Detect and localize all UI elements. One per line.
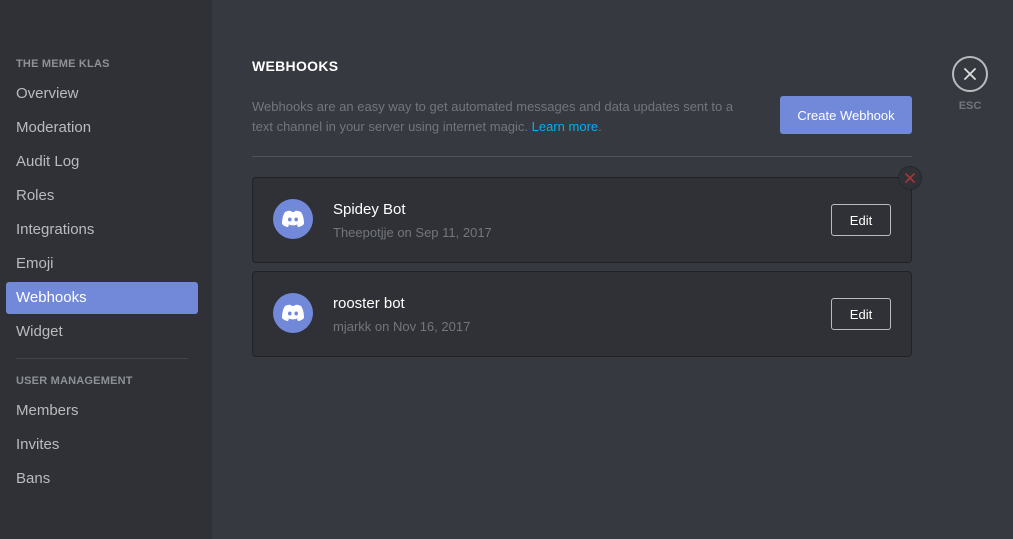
discord-logo-icon <box>282 210 304 227</box>
sidebar-separator <box>16 358 188 359</box>
user-management-header: USER MANAGEMENT <box>16 375 133 387</box>
sidebar-item-bans[interactable]: Bans <box>6 463 198 495</box>
edit-webhook-button[interactable]: Edit <box>831 298 891 330</box>
sidebar-item-webhooks[interactable]: Webhooks <box>6 282 198 314</box>
webhooks-description: Webhooks are an easy way to get automate… <box>252 97 752 137</box>
edit-webhook-button[interactable]: Edit <box>831 204 891 236</box>
sidebar-item-overview[interactable]: Overview <box>6 78 198 110</box>
page-title: WEBHOOKS <box>252 58 339 74</box>
sidebar-item-invites[interactable]: Invites <box>6 429 198 461</box>
settings-sidebar: THE MEME KLAS Overview Moderation Audit … <box>0 0 212 539</box>
close-settings: ESC <box>952 56 988 112</box>
webhook-meta: Theepotjje on Sep 11, 2017 <box>333 225 492 240</box>
sidebar-item-roles[interactable]: Roles <box>6 180 198 212</box>
webhook-card[interactable]: Spidey Bot Theepotjje on Sep 11, 2017 Ed… <box>252 177 912 263</box>
description-text: Webhooks are an easy way to get automate… <box>252 99 734 134</box>
webhook-meta: mjarkk on Nov 16, 2017 <box>333 319 471 334</box>
webhook-avatar <box>273 293 313 333</box>
webhook-name: Spidey Bot <box>333 201 406 218</box>
create-webhook-button[interactable]: Create Webhook <box>780 96 912 134</box>
delete-webhook-button[interactable] <box>898 166 922 190</box>
webhook-avatar <box>273 199 313 239</box>
sidebar-item-emoji[interactable]: Emoji <box>6 248 198 280</box>
section-divider <box>252 156 912 157</box>
sidebar-item-integrations[interactable]: Integrations <box>6 214 198 246</box>
close-icon <box>905 173 915 183</box>
close-button[interactable] <box>952 56 988 92</box>
description-period: . <box>598 119 602 134</box>
esc-label: ESC <box>958 100 982 112</box>
sidebar-item-moderation[interactable]: Moderation <box>6 112 198 144</box>
webhook-card[interactable]: rooster bot mjarkk on Nov 16, 2017 Edit <box>252 271 912 357</box>
sidebar-item-audit-log[interactable]: Audit Log <box>6 146 198 178</box>
close-icon <box>964 68 976 80</box>
learn-more-link[interactable]: Learn more <box>532 119 598 134</box>
sidebar-item-widget[interactable]: Widget <box>6 316 198 348</box>
discord-logo-icon <box>282 304 304 321</box>
server-name-header: THE MEME KLAS <box>16 58 110 70</box>
webhook-name: rooster bot <box>333 295 405 312</box>
sidebar-item-members[interactable]: Members <box>6 395 198 427</box>
